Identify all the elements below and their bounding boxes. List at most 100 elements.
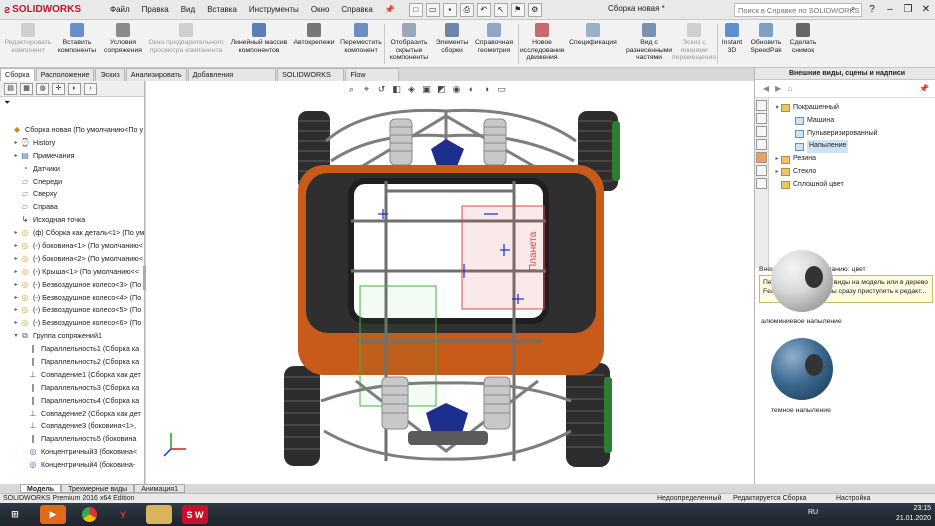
feature-tree-item[interactable]: ▸ ◎ (-) Крыша<1> (По умолчанию<< [0, 266, 145, 279]
solidworks-taskbar-icon[interactable]: S W [182, 505, 208, 524]
print-icon[interactable]: ⎙ [459, 2, 474, 17]
rear-shock-right[interactable] [483, 118, 507, 166]
feature-tree-item[interactable]: ◔ Датчики [0, 163, 145, 176]
feature-tree-item[interactable]: ▾ ⧉ Группа сопряжений1 [0, 330, 145, 343]
tab-solidworks-addins[interactable]: Добавления SOLIDWORKS [187, 68, 277, 91]
feature-tree-item[interactable]: ∥ Параллельность3 (Сборка ка [0, 382, 145, 395]
feature-tree-item[interactable]: ▱ Справа [0, 201, 145, 214]
custom-properties-tab-icon[interactable] [756, 165, 767, 176]
property-manager-icon[interactable]: ▦ [20, 82, 33, 95]
dark-spray-swatch[interactable] [771, 338, 833, 400]
aluminum-spray-swatch[interactable] [771, 250, 833, 312]
feature-tree-item[interactable]: ▸ ◎ (-) боковина<1> (По умолчанию< [0, 240, 145, 253]
undo-icon[interactable]: ↶ [476, 2, 491, 17]
apply-scene-icon[interactable]: ◑ [481, 84, 492, 95]
bill-of-materials-button[interactable]: Спецификация [566, 23, 620, 47]
open-folder-icon[interactable]: ▭ [425, 2, 440, 17]
expand-toggle-icon[interactable]: ▸ [12, 292, 20, 305]
feature-tree-item[interactable]: ⊥ Совпадение1 (Сборка как дет [0, 369, 145, 382]
expand-toggle-icon[interactable]: ▸ [12, 253, 20, 266]
tab-3d-views[interactable]: Трехмерные виды [61, 484, 135, 493]
solidworks-forum-tab-icon[interactable] [756, 178, 767, 189]
wheel-front-left[interactable] [284, 366, 320, 466]
front-bumper[interactable] [408, 431, 488, 445]
assembly-features-button[interactable]: Элементы сборки [432, 23, 472, 54]
expand-toggle-icon[interactable]: ▾ [773, 102, 781, 115]
feature-tree-item[interactable]: ∥ Параллельность1 (Сборка ка [0, 343, 145, 356]
feature-tree-item[interactable]: ⊥ Совпадение2 (Сборка как дет [0, 408, 145, 421]
tab-solidworks-mbd[interactable]: SOLIDWORKS MBD [277, 68, 345, 91]
move-component-button[interactable]: Переместить компонент [338, 23, 384, 54]
appearance-tree-item[interactable]: Напыление [773, 140, 933, 154]
component-preview-button[interactable]: Окно предварительного просмотра компонен… [146, 23, 226, 54]
menu-view[interactable]: Вид [175, 0, 201, 20]
instant-3d-button[interactable]: Instant 3D [718, 23, 746, 54]
zoom-to-area-icon[interactable]: ⌖ [361, 84, 372, 95]
rear-shock-left[interactable] [389, 118, 413, 166]
feature-tree-item[interactable]: ◎ Концентричный4 (боковина- [0, 459, 145, 472]
mate-button[interactable]: Условия сопряжения [100, 23, 146, 54]
media-player-icon[interactable]: ▶ [40, 505, 66, 524]
restore-icon[interactable]: ❐ [899, 0, 917, 20]
expand-toggle-icon[interactable]: ▸ [12, 137, 20, 150]
graphics-area[interactable]: ⌕ ⌖ ↺ ◧ ◈ ▣ ◩ ◉ ◐ ◑ ▭ Планета [146, 81, 754, 484]
feature-tree-item[interactable]: ▸ ◎ (-) Безвоздушное колесо<5> (По [0, 304, 145, 317]
file-explorer-tab-icon[interactable] [756, 126, 767, 137]
explode-line-sketch-button[interactable]: Эскиз с линиями перемещения [672, 23, 716, 62]
menu-tools[interactable]: Инструменты [243, 0, 305, 20]
menu-file[interactable]: Файл [104, 0, 136, 20]
car-assembly-model[interactable]: Планета [146, 81, 754, 484]
dimxpert-icon[interactable]: ✛ [52, 82, 65, 95]
section-view-icon[interactable]: ◧ [391, 84, 402, 95]
feature-tree-item[interactable]: ▸ ◎ (-) Безвоздушное колесо<3> (По [0, 279, 145, 292]
appearance-tree-item[interactable]: Пульверизированный [773, 128, 933, 141]
home-icon[interactable]: ⌂ [787, 84, 792, 93]
feature-tree-item[interactable]: ◎ Концентричный3 (боковина< [0, 446, 145, 459]
rebuild-icon[interactable]: ⚑ [510, 2, 525, 17]
start-button-icon[interactable]: ⊞ [2, 505, 28, 524]
feature-tree-item[interactable]: ▸ ▤ Примечания [0, 150, 145, 163]
expand-toggle-icon[interactable]: ▸ [773, 166, 781, 179]
linear-pattern-button[interactable]: Линейный массив компонентов [226, 23, 292, 54]
explorer-folder-icon[interactable] [146, 505, 172, 524]
options-gear-icon[interactable]: ⚙ [527, 2, 542, 17]
expand-toggle-icon[interactable]: ▾ [12, 330, 20, 343]
help-search-input[interactable] [734, 3, 862, 17]
expand-toggle-icon[interactable]: ▸ [12, 317, 20, 330]
search-icon[interactable]: ⌕ [851, 4, 855, 14]
tab-animation1[interactable]: Анимация1 [134, 484, 185, 493]
expand-toggle-icon[interactable]: ▸ [773, 153, 781, 166]
menu-help[interactable]: Справка [335, 0, 378, 20]
update-speedpak-button[interactable]: Обновить SpeedPak [746, 23, 786, 54]
tab-assembly[interactable]: Сборка [0, 68, 35, 81]
expand-toggle-icon[interactable]: ▸ [12, 304, 20, 317]
back-arrow-icon[interactable]: ◀ [763, 84, 769, 93]
reference-geometry-button[interactable]: Справочная геометрия [472, 23, 516, 54]
appearance-tree-item[interactable]: ▾ Покрашенный [773, 102, 933, 115]
configuration-manager-icon[interactable]: ◍ [36, 82, 49, 95]
pin-icon[interactable]: 📌 [379, 0, 401, 20]
exploded-view-button[interactable]: Вид с разнесенными частями [626, 23, 672, 62]
minimize-icon[interactable]: – [881, 0, 899, 20]
menu-window[interactable]: Окно [305, 0, 336, 20]
dynamic-annotation-icon[interactable]: ◈ [406, 84, 417, 95]
smart-fasteners-button[interactable]: Автокрепежи [290, 23, 338, 47]
menu-insert[interactable]: Вставка [201, 0, 243, 20]
save-icon[interactable]: ▪ [442, 2, 457, 17]
tab-layout[interactable]: Расположение [35, 68, 95, 81]
select-cursor-icon[interactable]: ↖ [493, 2, 508, 17]
filter-icon[interactable]: ⏷ [4, 98, 10, 107]
appearance-tree-item[interactable]: ▸ Стекло [773, 166, 933, 179]
tab-evaluate[interactable]: Анализировать [125, 68, 187, 81]
tab-flow-simulation[interactable]: Flow Simulation [345, 68, 399, 91]
feature-tree-item[interactable]: ▸ ⌚ History [0, 137, 145, 150]
new-document-icon[interactable]: □ [408, 2, 423, 17]
expand-toggle-icon[interactable]: ▸ [12, 227, 20, 240]
solidworks-logo[interactable]: ƨ SOLIDWORKS [0, 0, 92, 20]
tab-model[interactable]: Модель [20, 484, 62, 493]
close-icon[interactable]: ✕ [917, 0, 935, 20]
feature-tree-item[interactable]: ▸ ◎ (-) Безвоздушное колесо<4> (По [0, 292, 145, 305]
feature-tree-item[interactable]: ∥ Параллельность5 (боковина [0, 433, 145, 446]
show-hidden-components-button[interactable]: Отобразить скрытые компоненты [386, 23, 432, 62]
chrome-icon[interactable] [76, 505, 102, 524]
